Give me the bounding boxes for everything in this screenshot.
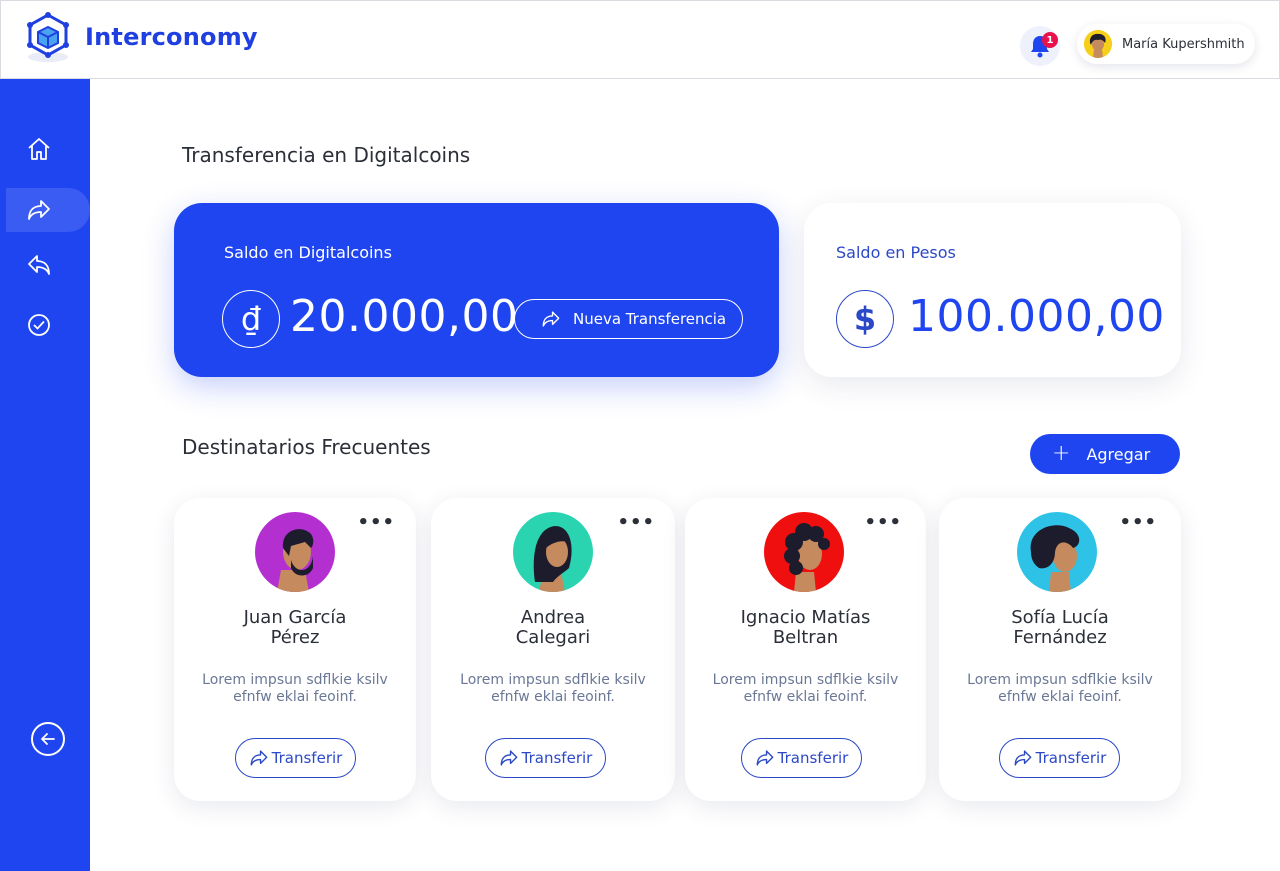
more-options-icon[interactable]: •••: [617, 512, 655, 533]
pesos-amount: 100.000,00: [908, 291, 1165, 342]
recipient-name-line: Juan García: [243, 607, 347, 628]
recipient-description-line: efnfw eklai feoinf.: [491, 689, 615, 705]
plus-icon: +: [1052, 441, 1071, 466]
pesos-balance-label: Saldo en Pesos: [836, 243, 956, 262]
notifications-button[interactable]: 1: [1020, 26, 1060, 66]
transfer-button[interactable]: Transferir: [485, 738, 606, 778]
share-forward-icon: [756, 750, 774, 766]
share-forward-icon: [1014, 750, 1032, 766]
new-transfer-button[interactable]: Nueva Transferencia: [514, 299, 743, 339]
recipient-avatar: [764, 512, 844, 592]
collapse-sidebar-button[interactable]: [31, 722, 65, 756]
recipient-description-line: Lorem impsun sdflkie ksilv: [967, 672, 1153, 688]
add-recipient-button[interactable]: + Agregar: [1030, 434, 1180, 474]
recipient-name: Sofía Lucía Fernández: [949, 608, 1171, 648]
recipient-name-line: Beltran: [772, 627, 839, 648]
recipient-description-line: Lorem impsun sdflkie ksilv: [712, 672, 899, 688]
user-name: María Kupershmith: [1122, 36, 1245, 52]
transfer-button[interactable]: Transferir: [999, 738, 1120, 778]
recipient-card: ••• Juan García Pérez Lorem impsun sdflk…: [174, 498, 416, 801]
recipient-name: Ignacio Matías Beltran: [695, 608, 916, 648]
new-transfer-label: Nueva Transferencia: [573, 310, 727, 328]
recipient-name-line: Sofía Lucía: [1011, 607, 1109, 628]
recipient-name: Juan García Pérez: [184, 608, 406, 648]
sidebar-item-home[interactable]: [0, 127, 90, 171]
pesos-balance-card: Saldo en Pesos $ 100.000,00: [804, 203, 1181, 377]
recipients-title: Destinatarios Frecuentes: [182, 435, 431, 459]
top-header: Interconomy 1 María Kupershmith: [0, 0, 1280, 79]
recipient-description-line: efnfw eklai feoinf.: [233, 689, 357, 705]
page-title: Transferencia en Digitalcoins: [182, 143, 471, 167]
sidebar-item-reply[interactable]: [0, 243, 90, 287]
more-options-icon[interactable]: •••: [1119, 512, 1157, 533]
recipient-description: Lorem impsun sdflkie ksilv efnfw eklai f…: [955, 672, 1165, 706]
recipient-avatar: [255, 512, 335, 592]
recipient-name: Andrea Calegari: [441, 608, 665, 648]
recipient-name-line: Fernández: [1013, 627, 1107, 648]
more-options-icon[interactable]: •••: [357, 512, 395, 533]
more-options-icon[interactable]: •••: [864, 512, 902, 533]
recipient-description-line: Lorem impsun sdflkie ksilv: [202, 672, 388, 688]
dong-currency-icon: ₫: [222, 290, 280, 348]
sidebar-item-check[interactable]: [0, 303, 90, 347]
transfer-label: Transferir: [777, 749, 849, 767]
recipient-card: ••• Ignacio Matías Beltran Lorem impsun …: [685, 498, 926, 801]
transfer-button[interactable]: Transferir: [741, 738, 862, 778]
recipient-card: ••• Sofía Lucía Fernández Lorem impsun s…: [939, 498, 1181, 801]
recipient-description: Lorem impsun sdflkie ksilv efnfw eklai f…: [447, 672, 659, 706]
user-avatar: [1084, 30, 1112, 58]
recipient-description-line: efnfw eklai feoinf.: [998, 689, 1122, 705]
recipient-description-line: Lorem impsun sdflkie ksilv: [460, 672, 646, 688]
notification-badge: 1: [1042, 32, 1058, 48]
sidebar: [0, 79, 90, 871]
check-circle-icon: [28, 314, 50, 336]
sidebar-item-transfer[interactable]: [6, 188, 90, 232]
recipient-avatar: [1017, 512, 1097, 592]
transfer-label: Transferir: [521, 749, 593, 767]
brand-name[interactable]: Interconomy: [85, 23, 258, 51]
share-forward-icon: [542, 311, 560, 327]
share-forward-icon: [250, 750, 268, 766]
recipient-name-line: Pérez: [270, 627, 320, 648]
digitalcoins-amount: 20.000,00: [290, 291, 519, 342]
transfer-button[interactable]: Transferir: [235, 738, 356, 778]
digitalcoins-balance-label: Saldo en Digitalcoins: [224, 243, 392, 262]
add-recipient-label: Agregar: [1086, 444, 1151, 464]
dollar-currency-icon: $: [836, 290, 894, 348]
transfer-label: Transferir: [1035, 749, 1107, 767]
logo-cube-icon[interactable]: [23, 11, 73, 67]
transfer-label: Transferir: [271, 749, 343, 767]
reply-icon: [28, 255, 50, 275]
home-icon: [28, 138, 50, 160]
recipient-avatar: [513, 512, 593, 592]
user-menu[interactable]: María Kupershmith: [1077, 24, 1255, 64]
recipient-description: Lorem impsun sdflkie ksilv efnfw eklai f…: [701, 672, 910, 706]
recipient-name-line: Calegari: [515, 627, 591, 648]
arrow-left-icon: [41, 733, 55, 745]
recipient-description-line: efnfw eklai feoinf.: [743, 689, 868, 705]
recipient-name-line: Andrea: [520, 607, 586, 628]
recipient-description: Lorem impsun sdflkie ksilv efnfw eklai f…: [190, 672, 400, 706]
recipient-name-line: Ignacio Matías: [740, 607, 871, 628]
share-forward-icon: [500, 750, 518, 766]
share-forward-icon: [28, 200, 50, 220]
digitalcoins-balance-card: Saldo en Digitalcoins ₫ 20.000,00 Nueva …: [174, 203, 779, 377]
recipient-card: ••• Andrea Calegari Lorem impsun sdflkie…: [431, 498, 675, 801]
